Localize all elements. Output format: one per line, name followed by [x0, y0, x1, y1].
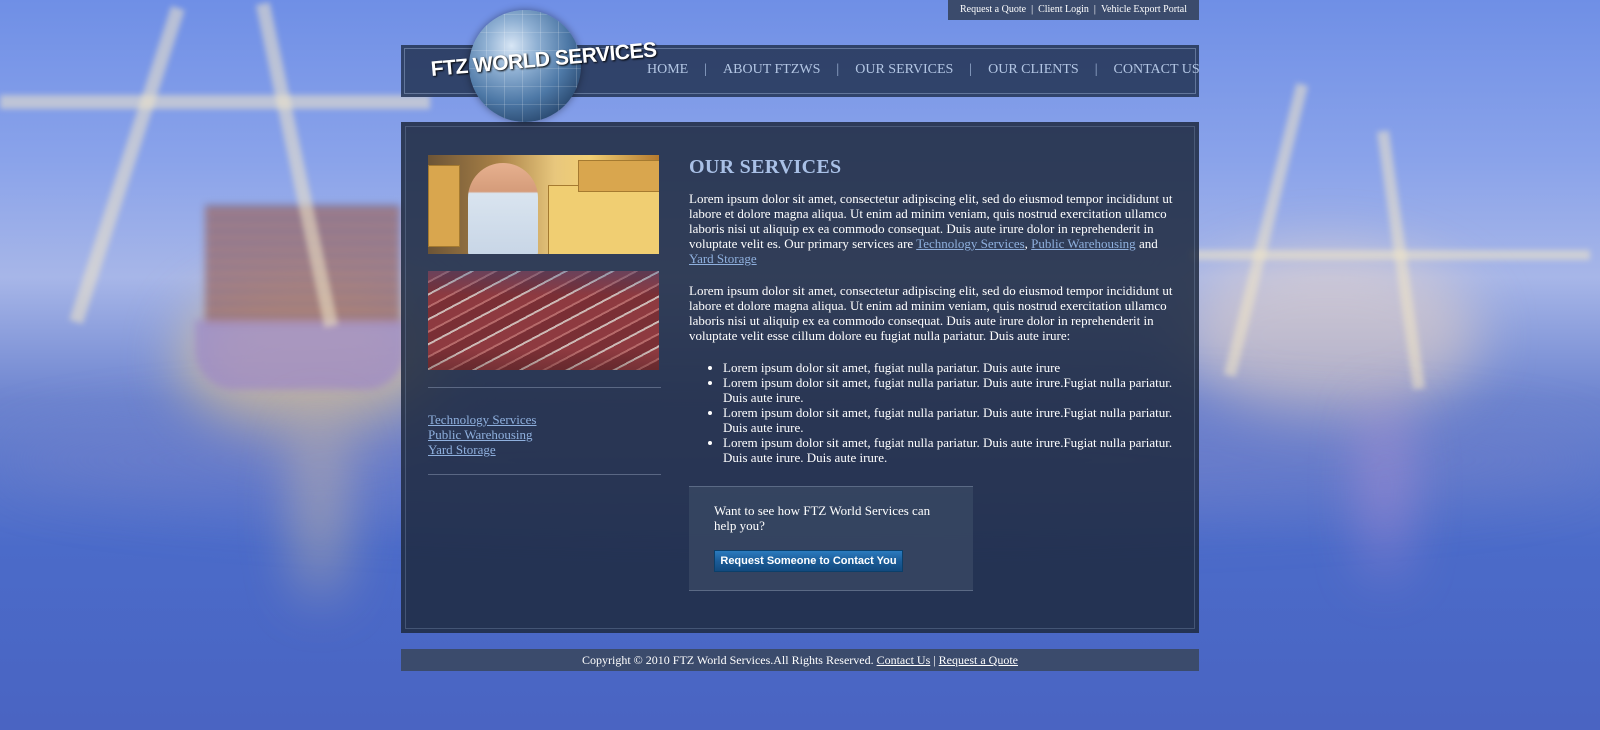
inline-link-technology-services[interactable]: Technology Services	[916, 236, 1024, 251]
inline-and: and	[1138, 236, 1158, 251]
nav-contact-us[interactable]: CONTACT US	[1114, 62, 1200, 77]
list-item: Lorem ipsum dolor sit amet, fugiat nulla…	[723, 405, 1175, 435]
request-quote-link[interactable]: Request a Quote	[960, 4, 1026, 15]
vehicle-export-portal-link[interactable]: Vehicle Export Portal	[1101, 4, 1187, 15]
footer-request-quote-link[interactable]: Request a Quote	[939, 653, 1018, 667]
inline-link-yard-storage[interactable]: Yard Storage	[689, 251, 757, 266]
list-item: Lorem ipsum dolor sit amet, fugiat nulla…	[723, 375, 1175, 405]
nav-home[interactable]: HOME	[647, 62, 688, 77]
utility-bar: Request a Quote | Client Login | Vehicle Exp…	[948, 0, 1199, 20]
nav-separator: |	[704, 62, 708, 77]
sidebar-divider	[428, 387, 661, 388]
footer-contact-us-link[interactable]: Contact Us	[877, 653, 931, 667]
inline-comma: ,	[1024, 236, 1028, 251]
services-bullet-list: Lorem ipsum dolor sit amet, fugiat nulla…	[689, 360, 1175, 465]
client-login-link[interactable]: Client Login	[1038, 4, 1089, 15]
inline-link-public-warehousing[interactable]: Public Warehousing	[1031, 236, 1136, 251]
cta-question: Want to see how FTZ World Services can h…	[714, 503, 931, 533]
main-nav: HOME | ABOUT FTZWS | OUR SERVICES | OUR CLIENT…	[647, 62, 1200, 78]
warehouse-worker-photo	[428, 155, 659, 254]
nav-our-services[interactable]: OUR SERVICES	[855, 62, 953, 77]
sidebar-link-yard-storage[interactable]: Yard Storage	[428, 442, 536, 457]
shipping-containers-photo	[428, 271, 659, 370]
sidebar-links: Technology Services Public Warehousing Y…	[428, 412, 536, 457]
list-item: Lorem ipsum dolor sit amet, fugiat nulla…	[723, 360, 1175, 375]
utility-separator: |	[1031, 4, 1034, 15]
copyright-text: Copyright © 2010 FTZ World Services.All …	[582, 653, 874, 667]
nav-separator: |	[969, 62, 973, 77]
nav-about[interactable]: ABOUT FTZWS	[723, 62, 820, 77]
list-item: Lorem ipsum dolor sit amet, fugiat nulla…	[723, 435, 1175, 465]
sidebar-divider	[428, 474, 661, 475]
sidebar-link-public-warehousing[interactable]: Public Warehousing	[428, 427, 536, 442]
intro-paragraph: Lorem ipsum dolor sit amet, consectetur …	[689, 191, 1175, 266]
nav-separator: |	[1094, 62, 1098, 77]
nav-our-clients[interactable]: OUR CLIENTS	[988, 62, 1079, 77]
sidebar-link-technology-services[interactable]: Technology Services	[428, 412, 536, 427]
footer-bar: Copyright © 2010 FTZ World Services.All …	[401, 649, 1199, 671]
utility-separator: |	[1093, 4, 1096, 15]
services-content: OUR SERVICES Lorem ipsum dolor sit amet,…	[689, 156, 1175, 465]
contact-cta-box: Want to see how FTZ World Services can h…	[689, 486, 973, 591]
page-title: OUR SERVICES	[689, 156, 842, 178]
footer-separator: |	[933, 653, 936, 667]
second-paragraph: Lorem ipsum dolor sit amet, consectetur …	[689, 283, 1173, 343]
request-contact-button[interactable]: Request Someone to Contact You	[714, 550, 903, 572]
nav-separator: |	[836, 62, 840, 77]
